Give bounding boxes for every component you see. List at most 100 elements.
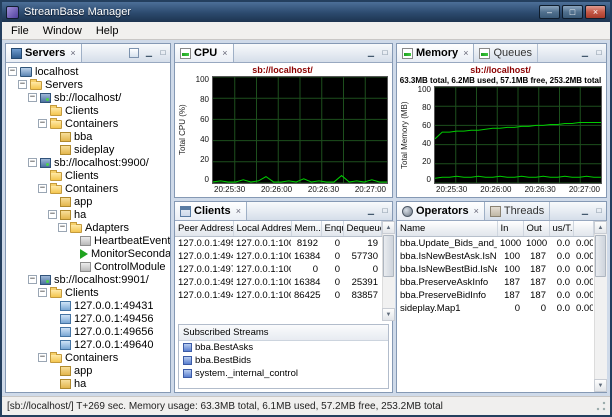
collapse-icon[interactable]: − bbox=[48, 210, 57, 219]
maximize-window-button[interactable]: □ bbox=[562, 5, 583, 19]
menu-help[interactable]: Help bbox=[89, 23, 126, 39]
column-header[interactable]: Enqu... bbox=[321, 221, 343, 236]
column-header[interactable]: Dequeued bbox=[343, 221, 381, 236]
collapse-icon[interactable]: − bbox=[18, 80, 27, 89]
close-tab-icon[interactable]: × bbox=[463, 48, 468, 58]
column-header[interactable]: us/T... bbox=[549, 221, 573, 236]
close-tab-icon[interactable]: × bbox=[70, 48, 75, 58]
resize-grip[interactable] bbox=[595, 400, 607, 412]
table-row[interactable]: 127.0.0.1:49518127.0.0.1:100001638402539… bbox=[175, 276, 381, 289]
table-row[interactable]: bba.IsNewBestBid.IsNewB...1001870.00.00 bbox=[397, 263, 593, 276]
column-header[interactable]: In bbox=[497, 221, 523, 236]
scrollbar-thumb[interactable] bbox=[383, 235, 394, 277]
operators-scrollbar[interactable]: ▲ ▼ bbox=[594, 221, 607, 392]
collapse-icon[interactable]: − bbox=[38, 288, 47, 297]
tree-item-containers[interactable]: −Containers bbox=[8, 117, 170, 130]
scroll-up-icon[interactable]: ▲ bbox=[594, 221, 607, 234]
stream-list-item[interactable]: bba.BestAsks bbox=[179, 341, 388, 354]
tree-item-heartbeateventactions[interactable]: HeartbeatEventActions bbox=[8, 234, 170, 247]
clients-scrollbar[interactable]: ▲ ▼ bbox=[382, 221, 395, 321]
collapse-icon[interactable]: − bbox=[58, 223, 67, 232]
tree-item-servers[interactable]: −Servers bbox=[8, 78, 170, 91]
tab-threads[interactable]: Threads bbox=[485, 202, 550, 220]
table-row[interactable]: 127.0.0.1:49718127.0.0.1:10000000 bbox=[175, 263, 381, 276]
minimize-view-icon[interactable]: ▁ bbox=[142, 46, 156, 60]
titlebar[interactable]: StreamBase Manager – □ × bbox=[2, 2, 610, 22]
tree-item-containers[interactable]: −Containers bbox=[8, 182, 170, 195]
table-row[interactable]: bba.PreserveAskInfo1871870.00.00 bbox=[397, 276, 593, 289]
column-header[interactable]: Out bbox=[523, 221, 549, 236]
tree-item-clients[interactable]: Clients bbox=[8, 104, 170, 117]
tree-item-sb-localhost-9901[interactable]: −sb://localhost:9901/ bbox=[8, 273, 170, 286]
stream-list-item[interactable]: system._internal_control bbox=[179, 367, 388, 380]
tree-item-bba[interactable]: bba bbox=[8, 130, 170, 143]
tree-item-sideplay[interactable]: sideplay bbox=[8, 143, 170, 156]
tree-item-sb-localhost-9900[interactable]: −sb://localhost:9900/ bbox=[8, 156, 170, 169]
scroll-up-icon[interactable]: ▲ bbox=[382, 221, 395, 234]
table-row[interactable]: sideplay.Map1000.00.00 bbox=[397, 302, 593, 315]
tree-item-sb-localhost[interactable]: −sb://localhost/ bbox=[8, 91, 170, 104]
stream-list-item[interactable]: bba.BestBids bbox=[179, 354, 388, 367]
tree-item-127-0-0-1-49640[interactable]: 127.0.0.1:49640 bbox=[8, 338, 170, 351]
tree-item-127-0-0-1-49656[interactable]: 127.0.0.1:49656 bbox=[8, 325, 170, 338]
collapse-icon[interactable]: − bbox=[8, 67, 17, 76]
scrollbar-thumb[interactable] bbox=[595, 235, 606, 277]
minimize-window-button[interactable]: – bbox=[539, 5, 560, 19]
close-tab-icon[interactable]: × bbox=[474, 206, 479, 216]
table-row[interactable]: bba.IsNewBestAsk.IsNewB...1001870.00.00 bbox=[397, 250, 593, 263]
column-header[interactable] bbox=[573, 221, 593, 236]
tree-item-127-0-0-1-49456[interactable]: 127.0.0.1:49456 bbox=[8, 312, 170, 325]
tab-clients[interactable]: Clients × bbox=[175, 202, 247, 220]
collapse-icon[interactable]: − bbox=[28, 93, 37, 102]
column-header[interactable]: Mem... bbox=[291, 221, 321, 236]
table-row[interactable]: bba.Update_Bids_and_Asks100010000.00.00 bbox=[397, 236, 593, 250]
tree-item-controlmodule[interactable]: ControlModule bbox=[8, 260, 170, 273]
tree-item-monitorsecondary[interactable]: MonitorSecondary bbox=[8, 247, 170, 260]
tab-servers[interactable]: Servers × bbox=[6, 44, 82, 62]
tree-item-ha[interactable]: −ha bbox=[8, 208, 170, 221]
tree-item-app[interactable]: app bbox=[8, 364, 170, 377]
table-row[interactable]: 127.0.0.1:49477127.0.0.1:100001638405773… bbox=[175, 250, 381, 263]
tree-item-ha[interactable]: ha bbox=[8, 377, 170, 390]
column-header[interactable]: Peer Address bbox=[175, 221, 233, 236]
minimize-view-icon[interactable]: ▁ bbox=[578, 204, 592, 218]
column-header[interactable]: Name bbox=[397, 221, 497, 236]
tree-item-clients[interactable]: −Clients bbox=[8, 286, 170, 299]
collapse-icon[interactable]: − bbox=[28, 158, 37, 167]
maximize-view-icon[interactable]: □ bbox=[378, 204, 392, 218]
table-row[interactable]: bba.PreserveBidInfo1871870.00.00 bbox=[397, 289, 593, 302]
close-window-button[interactable]: × bbox=[585, 5, 606, 19]
scroll-down-icon[interactable]: ▼ bbox=[382, 308, 395, 321]
tree-item-localhost[interactable]: −localhost bbox=[8, 65, 170, 78]
container-icon bbox=[60, 145, 71, 155]
close-tab-icon[interactable]: × bbox=[222, 48, 227, 58]
maximize-view-icon[interactable]: □ bbox=[378, 46, 392, 60]
maximize-view-icon[interactable]: □ bbox=[592, 204, 606, 218]
minimize-view-icon[interactable]: ▁ bbox=[364, 204, 378, 218]
refresh-icon[interactable] bbox=[129, 48, 139, 58]
scroll-down-icon[interactable]: ▼ bbox=[594, 379, 607, 392]
tab-queues[interactable]: Queues bbox=[474, 44, 538, 62]
maximize-view-icon[interactable]: □ bbox=[592, 46, 606, 60]
menu-file[interactable]: File bbox=[4, 23, 36, 39]
tree-item-clients[interactable]: Clients bbox=[8, 169, 170, 182]
column-header[interactable]: Local Address bbox=[233, 221, 291, 236]
collapse-icon[interactable]: − bbox=[38, 119, 47, 128]
maximize-view-icon[interactable]: □ bbox=[156, 46, 170, 60]
minimize-view-icon[interactable]: ▁ bbox=[364, 46, 378, 60]
tree-item-adapters[interactable]: −Adapters bbox=[8, 221, 170, 234]
tree-item-app[interactable]: app bbox=[8, 195, 170, 208]
collapse-icon[interactable]: − bbox=[28, 275, 37, 284]
collapse-icon[interactable]: − bbox=[38, 353, 47, 362]
tab-operators[interactable]: Operators × bbox=[397, 202, 485, 220]
table-row[interactable]: 127.0.0.1:49504127.0.0.1:100008192019 bbox=[175, 236, 381, 250]
close-tab-icon[interactable]: × bbox=[236, 206, 241, 216]
tree-item-127-0-0-1-49431[interactable]: 127.0.0.1:49431 bbox=[8, 299, 170, 312]
tab-cpu[interactable]: CPU × bbox=[175, 44, 234, 62]
tree-item-containers[interactable]: −Containers bbox=[8, 351, 170, 364]
collapse-icon[interactable]: − bbox=[38, 184, 47, 193]
minimize-view-icon[interactable]: ▁ bbox=[578, 46, 592, 60]
tab-memory[interactable]: Memory × bbox=[397, 44, 474, 62]
table-row[interactable]: 127.0.0.1:49469127.0.0.1:100008642560838… bbox=[175, 289, 381, 302]
menu-window[interactable]: Window bbox=[36, 23, 89, 39]
